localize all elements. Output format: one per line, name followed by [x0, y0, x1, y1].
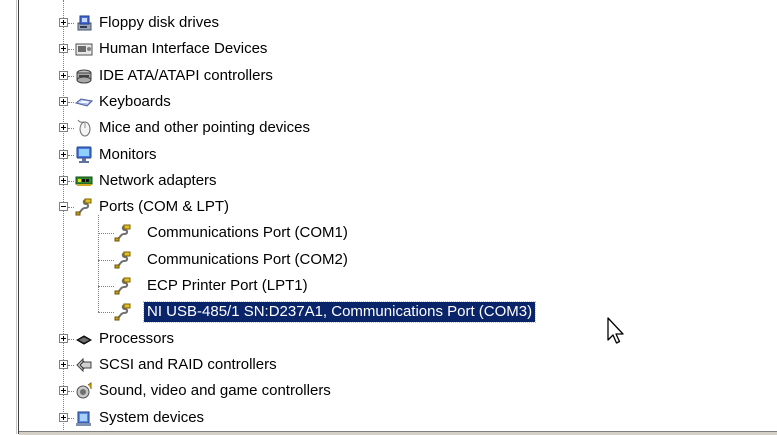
tree-child-item[interactable]: NI USB-485/1 SN:D237A1, Communications P… — [0, 301, 700, 324]
tree-item-label[interactable]: Communications Port (COM2) — [144, 250, 351, 270]
tree-item-label[interactable]: SCSI and RAID controllers — [96, 355, 280, 375]
selected-tree-item-label[interactable]: NI USB-485/1 SN:D237A1, Communications P… — [142, 301, 537, 324]
tree-item[interactable]: Mice and other pointing devices — [0, 117, 700, 139]
tree-item-label[interactable]: Ports (COM & LPT) — [96, 197, 232, 217]
monitor-icon — [75, 146, 93, 164]
expand-icon[interactable] — [59, 175, 68, 185]
tree-connector — [68, 75, 74, 77]
expand-icon[interactable] — [59, 412, 68, 422]
tree-item-label[interactable]: IDE ATA/ATAPI controllers — [96, 66, 276, 86]
port-icon — [114, 251, 132, 269]
expand-icon[interactable] — [59, 96, 68, 106]
tree-connector — [68, 417, 74, 419]
tree-item-label[interactable]: Floppy disk drives — [96, 13, 222, 33]
tree-connector — [68, 338, 74, 340]
tree-connector — [98, 233, 114, 235]
tree-item[interactable]: Sound, video and game controllers — [0, 380, 700, 402]
tree-connector — [68, 154, 74, 156]
tree-item[interactable]: Monitors — [0, 144, 700, 166]
port-icon — [114, 277, 132, 295]
tree-item-label[interactable]: Keyboards — [96, 92, 174, 112]
mouse-icon — [75, 119, 93, 137]
tree-item-label[interactable]: ECP Printer Port (LPT1) — [144, 276, 311, 296]
collapse-icon[interactable] — [59, 202, 68, 212]
tree-child-item[interactable]: ECP Printer Port (LPT1) — [0, 275, 700, 297]
tree-item[interactable]: Floppy disk drives — [0, 12, 700, 34]
expand-icon[interactable] — [59, 18, 68, 27]
tree-connector — [68, 391, 74, 393]
tree-connector — [68, 128, 74, 130]
tree-connector — [68, 101, 74, 103]
tree-item[interactable]: IDE ATA/ATAPI controllers — [0, 65, 700, 87]
tree-item-label[interactable]: System devices — [96, 408, 207, 428]
tree-connector — [98, 286, 114, 287]
tree-connector — [98, 215, 99, 313]
tree-item-label[interactable]: Human Interface Devices — [96, 39, 270, 59]
expand-icon[interactable] — [59, 44, 68, 54]
keyboard-icon — [74, 93, 94, 111]
tree-item[interactable]: Processors — [0, 328, 700, 350]
network-adapter-icon — [75, 172, 93, 190]
tree-item-label[interactable]: Mice and other pointing devices — [96, 118, 313, 138]
scsi-controller-icon — [75, 356, 93, 374]
tree-item-label[interactable]: Sound, video and game controllers — [96, 381, 334, 401]
tree-connector — [98, 259, 114, 261]
tree-item[interactable]: Keyboards — [0, 91, 700, 113]
tree-item-label[interactable]: Network adapters — [96, 171, 220, 191]
tree-child-item[interactable]: Communications Port (COM1) — [0, 222, 700, 244]
tree-item[interactable]: SCSI and RAID controllers — [0, 354, 700, 376]
ide-controller-icon — [75, 67, 93, 85]
tree-item-label[interactable]: Communications Port (COM1) — [144, 223, 351, 243]
tree-connector — [68, 180, 74, 182]
floppy-drive-icon — [75, 14, 93, 32]
expand-icon[interactable] — [59, 386, 68, 396]
port-icon — [114, 224, 132, 242]
tree-item-label[interactable]: Monitors — [96, 145, 160, 165]
system-devices-icon — [75, 409, 93, 427]
tree-bottom-border — [19, 431, 777, 435]
tree-child-item[interactable]: Communications Port (COM2) — [0, 249, 700, 271]
expand-icon[interactable] — [59, 123, 68, 133]
hid-icon — [75, 40, 93, 58]
expand-icon[interactable] — [59, 333, 68, 343]
tree-connector — [68, 49, 74, 51]
tree-connector — [68, 23, 74, 24]
tree-item[interactable]: System devices — [0, 407, 700, 429]
tree-item[interactable]: Network adapters — [0, 170, 700, 192]
expand-icon[interactable] — [59, 359, 68, 369]
port-icon — [114, 303, 132, 321]
mouse-pointer-icon — [607, 317, 624, 344]
tree-connector — [98, 312, 114, 314]
device-manager-window: Floppy disk drives Human Interface Device… — [0, 0, 777, 435]
tree-connector — [68, 207, 74, 209]
tree-connector — [68, 364, 74, 366]
port-icon — [75, 198, 93, 216]
processor-icon — [75, 330, 93, 348]
expand-icon[interactable] — [59, 149, 68, 159]
expand-icon[interactable] — [59, 70, 68, 80]
tree-item-label[interactable]: Processors — [96, 329, 177, 349]
tree-item[interactable]: Ports (COM & LPT) — [0, 196, 700, 218]
tree-item[interactable]: Human Interface Devices — [0, 38, 700, 60]
sound-icon — [75, 382, 93, 400]
